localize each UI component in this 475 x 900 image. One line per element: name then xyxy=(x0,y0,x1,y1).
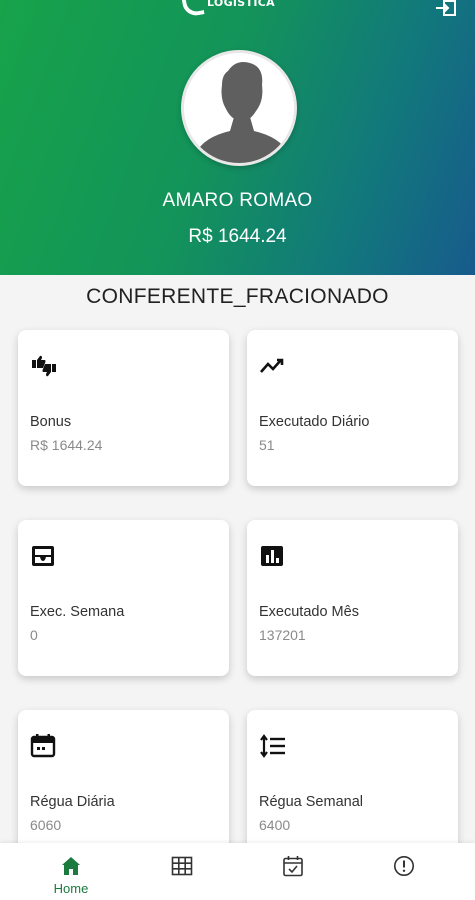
bonus-card[interactable]: Bonus R$ 1644.24 xyxy=(18,330,229,486)
calendar-check-icon xyxy=(283,856,303,877)
card-label: Executado Diário xyxy=(259,414,370,430)
card-label: Exec. Semana xyxy=(30,604,125,620)
executado-mes-card[interactable]: Executado Mês 137201 xyxy=(247,520,458,676)
nav-grid[interactable] xyxy=(123,843,241,900)
nav-home-label: Home xyxy=(53,881,89,896)
executado-diario-card[interactable]: Executado Diário 51 xyxy=(247,330,458,486)
nav-schedule[interactable] xyxy=(234,843,352,900)
trending-up-icon xyxy=(260,358,284,373)
profile-header: LOGÍSTICA AMARO ROMAO R$ 1644.24 xyxy=(0,0,475,275)
nav-info[interactable] xyxy=(345,843,463,900)
thumbs-up-down-icon xyxy=(32,355,56,377)
card-value: 137201 xyxy=(259,627,306,643)
inbox-icon xyxy=(32,546,54,566)
home-icon xyxy=(62,857,80,875)
card-value: 6060 xyxy=(30,817,62,833)
card-value: 0 xyxy=(30,627,38,643)
logo-mark-icon xyxy=(181,0,205,18)
person-silhouette-icon xyxy=(192,62,292,163)
card-value: R$ 1644.24 xyxy=(30,437,103,453)
sort-lines-icon xyxy=(260,734,285,758)
user-balance: R$ 1644.24 xyxy=(188,226,287,247)
card-label: Executado Mês xyxy=(259,604,359,620)
calendar-icon xyxy=(30,734,56,758)
card-label: Bonus xyxy=(30,414,72,430)
app-logo: LOGÍSTICA xyxy=(181,0,275,18)
bottom-navigation: Home xyxy=(0,843,475,900)
nav-home[interactable]: Home xyxy=(12,843,130,900)
bar-chart-icon xyxy=(261,546,283,566)
card-value: 6400 xyxy=(259,817,291,833)
info-icon xyxy=(394,856,414,876)
exec-semana-card[interactable]: Exec. Semana 0 xyxy=(18,520,229,676)
user-name: AMARO ROMAO xyxy=(162,190,313,211)
grid-icon xyxy=(171,856,193,876)
card-value: 51 xyxy=(259,437,275,453)
card-label: Régua Diária xyxy=(30,794,115,810)
logo-text: LOGÍSTICA xyxy=(207,0,275,9)
user-role: CONFERENTE_FRACIONADO xyxy=(86,285,389,308)
logout-icon[interactable] xyxy=(435,0,457,16)
card-label: Régua Semanal xyxy=(259,794,363,810)
avatar[interactable] xyxy=(181,50,297,166)
